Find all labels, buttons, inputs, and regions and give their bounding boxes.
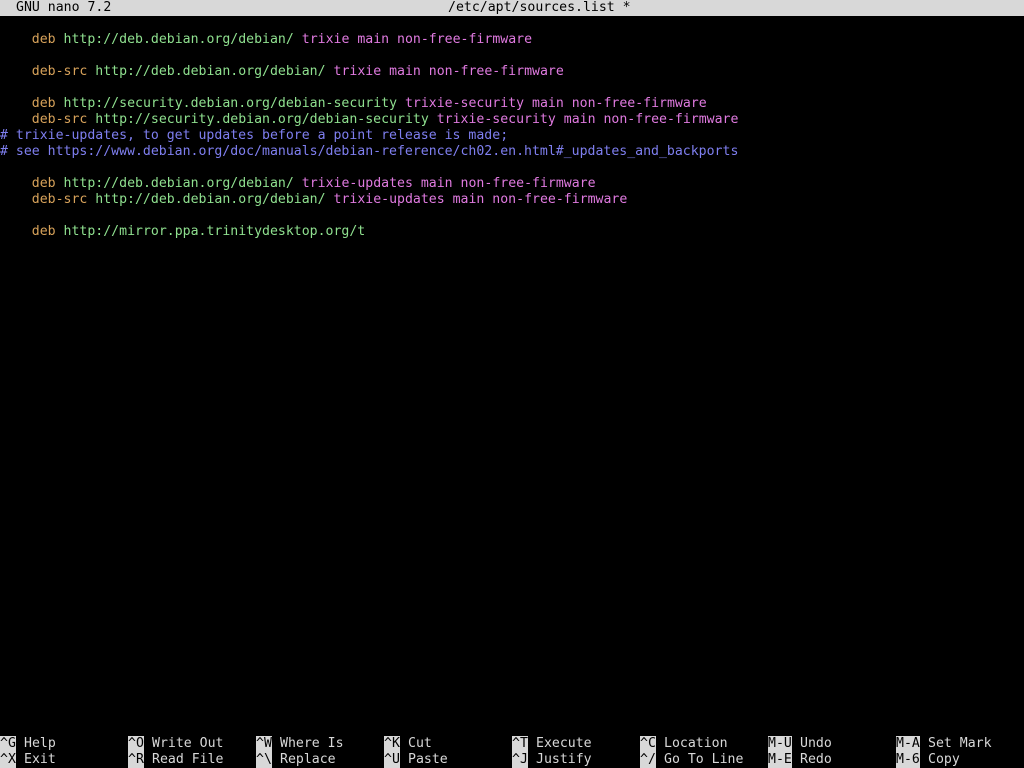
shortcut-label: Copy	[928, 752, 960, 767]
repo-url: http://mirror.ppa.trinitydesktop.org/t	[63, 224, 366, 239]
shortcut-key: ^J	[512, 752, 528, 768]
shortcut-help[interactable]: ^G Help	[0, 736, 56, 752]
shortcut-key: M-U	[768, 736, 792, 752]
shortcut-key: ^/	[640, 752, 656, 768]
shortcut-key: ^X	[0, 752, 16, 768]
comment-line[interactable]: # see https://www.debian.org/doc/manuals…	[0, 144, 738, 160]
shortcut-cut[interactable]: ^K Cut	[384, 736, 432, 752]
repo-suite: trixie-security	[436, 112, 556, 127]
shortcut-read-file[interactable]: ^R Read File	[128, 752, 223, 768]
app-version: GNU nano 7.2	[16, 0, 112, 15]
shortcut-key: M-A	[896, 736, 920, 752]
shortcut-label: Go To Line	[664, 752, 744, 767]
repo-components: main non-free-firmware	[452, 192, 628, 207]
editor-line[interactable]: deb-src http://deb.debian.org/debian/ tr…	[0, 176, 628, 207]
repo-components: main non-free-firmware	[389, 64, 564, 79]
shortcut-copy[interactable]: M-6 Copy	[896, 752, 960, 768]
editor-line[interactable]: deb http://deb.debian.org/debian/ trixie…	[0, 16, 532, 47]
apt-type-keyword: deb-src	[31, 112, 88, 127]
apt-type-keyword: deb	[31, 224, 56, 239]
shortcut-key: ^O	[128, 736, 144, 752]
editor-line[interactable]: deb-src http://security.debian.org/debia…	[0, 96, 739, 127]
repo-components: main non-free-firmware	[357, 32, 533, 47]
shortcut-location[interactable]: ^C Location	[640, 736, 728, 752]
editor-line[interactable]: deb http://deb.debian.org/debian/ trixie…	[0, 160, 596, 191]
repo-url: http://security.debian.org/debian-securi…	[95, 112, 429, 127]
editor-line[interactable]: deb-src http://deb.debian.org/debian/ tr…	[0, 48, 564, 79]
shortcut-label: Undo	[800, 736, 832, 751]
repo-url: http://deb.debian.org/debian/	[63, 32, 294, 47]
shortcut-exit[interactable]: ^X Exit	[0, 752, 56, 768]
shortcut-label: Cut	[408, 736, 432, 751]
shortcut-execute[interactable]: ^T Execute	[512, 736, 592, 752]
shortcut-go-to-line[interactable]: ^/ Go To Line	[640, 752, 743, 768]
repo-url: http://deb.debian.org/debian/	[95, 64, 326, 79]
shortcut-undo[interactable]: M-U Undo	[768, 736, 832, 752]
shortcut-paste[interactable]: ^U Paste	[384, 752, 448, 768]
shortcut-label: Location	[664, 736, 728, 751]
file-name: /etc/apt/sources.list *	[448, 0, 631, 15]
shortcut-key: M-E	[768, 752, 792, 768]
shortcut-key: M-6	[896, 752, 920, 768]
repo-suite: trixie	[333, 64, 382, 79]
repo-url: http://deb.debian.org/debian/	[95, 192, 326, 207]
shortcut-label: Execute	[536, 736, 592, 751]
shortcut-key: ^G	[0, 736, 16, 752]
repo-components: main non-free-firmware	[563, 112, 739, 127]
shortcut-label: Exit	[24, 752, 56, 767]
editor-line-current[interactable]: deb http://mirror.ppa.trinitydesktop.org…	[0, 208, 374, 239]
shortcut-label: Justify	[536, 752, 592, 767]
title-bar: GNU nano 7.2 /etc/apt/sources.list *	[0, 0, 1024, 16]
shortcut-label: Replace	[280, 752, 336, 767]
comment-line[interactable]: # trixie-updates, to get updates before …	[0, 128, 508, 144]
shortcut-key: ^T	[512, 736, 528, 752]
shortcut-label: Set Mark	[928, 736, 992, 751]
shortcut-label: Read File	[152, 752, 224, 767]
editor-line[interactable]: deb http://security.debian.org/debian-se…	[0, 80, 707, 111]
apt-type-keyword: deb-src	[31, 192, 88, 207]
shortcut-key: ^K	[384, 736, 400, 752]
shortcut-key: ^R	[128, 752, 144, 768]
repo-suite: trixie-updates	[333, 192, 445, 207]
apt-type-keyword: deb-src	[31, 64, 88, 79]
shortcut-where-is[interactable]: ^W Where Is	[256, 736, 344, 752]
shortcut-label: Paste	[408, 752, 448, 767]
shortcut-justify[interactable]: ^J Justify	[512, 752, 592, 768]
shortcut-key: ^\	[256, 752, 272, 768]
shortcut-label: Where Is	[280, 736, 344, 751]
shortcut-label: Redo	[800, 752, 832, 767]
shortcut-label: Help	[24, 736, 56, 751]
shortcut-key: ^U	[384, 752, 400, 768]
shortcut-key: ^W	[256, 736, 272, 752]
shortcut-redo[interactable]: M-E Redo	[768, 752, 832, 768]
apt-type-keyword: deb	[31, 32, 56, 47]
repo-suite: trixie	[301, 32, 350, 47]
shortcut-write-out[interactable]: ^O Write Out	[128, 736, 223, 752]
shortcut-set-mark[interactable]: M-A Set Mark	[896, 736, 992, 752]
shortcut-label: Write Out	[152, 736, 224, 751]
shortcut-replace[interactable]: ^\ Replace	[256, 752, 336, 768]
text-cursor	[365, 224, 374, 239]
shortcut-key: ^C	[640, 736, 656, 752]
